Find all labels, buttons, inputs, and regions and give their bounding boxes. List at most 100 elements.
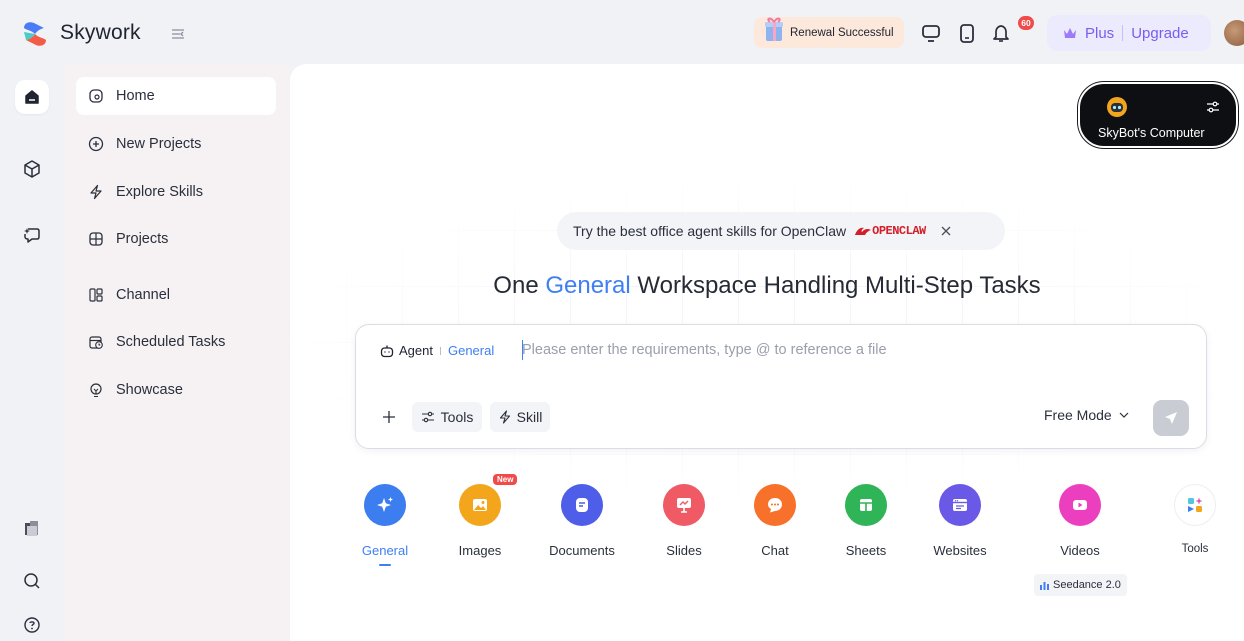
- sidebar-item-scheduled-tasks[interactable]: Scheduled Tasks: [76, 323, 276, 361]
- sidebar-item-label: Scheduled Tasks: [116, 334, 226, 350]
- tools-grid-icon: [1188, 497, 1203, 512]
- category-label: Sheets: [845, 543, 887, 558]
- home-icon: [89, 89, 103, 103]
- chat-icon[interactable]: [920, 22, 942, 44]
- table-icon: [860, 499, 872, 511]
- seedance-label: Seedance 2.0: [1053, 579, 1121, 591]
- pill-divider: [1122, 25, 1124, 41]
- active-underline: [379, 564, 391, 566]
- sidebar-item-projects[interactable]: Projects: [76, 220, 276, 258]
- category-icon-circle: [939, 484, 981, 526]
- sidebar-item-label: Projects: [116, 231, 169, 247]
- notification-badge: 60: [1018, 16, 1034, 30]
- new-badge: New: [493, 474, 518, 485]
- category-images[interactable]: New Images: [435, 474, 525, 558]
- prompt-input[interactable]: [522, 338, 1182, 362]
- sidebar-item-showcase[interactable]: Showcase: [76, 371, 276, 409]
- skywork-logo-icon[interactable]: [20, 20, 50, 48]
- renewal-text: Renewal Successful: [790, 26, 894, 39]
- mobile-icon[interactable]: [956, 22, 978, 44]
- gift-icon: [765, 17, 783, 41]
- skybot-label: SkyBot's Computer: [1098, 126, 1205, 140]
- image-icon: [473, 499, 487, 511]
- category-sheets[interactable]: Sheets: [821, 484, 911, 558]
- plus-label: Plus: [1085, 24, 1115, 42]
- mode-label: Free Mode: [1044, 407, 1112, 423]
- headline-accent: General: [545, 272, 631, 299]
- rail-help-button[interactable]: [15, 608, 49, 641]
- prompt-composer: Agent General Tools Skill Free: [355, 324, 1207, 449]
- document-icon: [576, 498, 588, 512]
- rail-chat-button[interactable]: [15, 218, 49, 252]
- category-icon-circle: [364, 484, 406, 526]
- category-label: Images: [458, 543, 502, 558]
- bolt-icon: [499, 410, 510, 424]
- category-label: Documents: [549, 543, 615, 558]
- text-caret: [522, 340, 523, 360]
- main-panel: SkyBot's Computer Try the best office ag…: [290, 64, 1244, 641]
- skill-button[interactable]: Skill: [490, 402, 550, 432]
- category-general[interactable]: General: [340, 484, 430, 566]
- search-icon: [24, 573, 40, 589]
- sidebar: Home New Projects Explore Skills Project…: [64, 64, 290, 641]
- top-bar: Skywork Renewal Successful 60 Plus Upgra…: [0, 0, 1244, 64]
- files-icon: [25, 521, 38, 536]
- avatar[interactable]: [1224, 20, 1244, 46]
- headline-after: Workspace Handling Multi-Step Tasks: [630, 272, 1041, 299]
- chat-sparkle-icon: [24, 228, 40, 243]
- promo-text: Try the best office agent skills for Ope…: [573, 223, 847, 239]
- sidebar-item-label: Showcase: [116, 382, 183, 398]
- category-tools[interactable]: Tools: [1150, 484, 1240, 555]
- projects-icon: [89, 232, 103, 246]
- agent-selector[interactable]: Agent General: [380, 343, 494, 358]
- category-label: Tools: [1181, 543, 1209, 555]
- page-title: One General Workspace Handling Multi-Ste…: [290, 272, 1244, 300]
- tools-button[interactable]: Tools: [412, 402, 482, 432]
- category-label: General: [361, 543, 409, 558]
- help-icon: [24, 617, 40, 633]
- collapse-sidebar-icon[interactable]: [170, 26, 186, 42]
- lightbulb-icon: [90, 383, 102, 398]
- cube-icon: [24, 160, 40, 178]
- category-videos[interactable]: Videos: [1035, 484, 1125, 558]
- agent-separator: [439, 346, 441, 355]
- skybot-computer-button[interactable]: SkyBot's Computer: [1078, 82, 1238, 148]
- sidebar-item-channel[interactable]: Channel: [76, 276, 276, 314]
- chat-icon: [768, 498, 782, 513]
- crown-icon: [1064, 28, 1076, 38]
- promo-banner[interactable]: Try the best office agent skills for Ope…: [557, 212, 1005, 250]
- rail-files-button[interactable]: [15, 512, 49, 546]
- seedance-badge[interactable]: Seedance 2.0: [1034, 574, 1127, 596]
- category-label: Slides: [666, 543, 702, 558]
- sidebar-item-label: Explore Skills: [116, 184, 204, 200]
- headline-before: One: [493, 272, 546, 299]
- category-slides[interactable]: Slides: [639, 484, 729, 558]
- category-icon-circle: [1174, 484, 1216, 526]
- rail-cube-button[interactable]: [15, 152, 49, 186]
- add-attachment-button[interactable]: [374, 402, 404, 432]
- sidebar-item-label: Home: [116, 88, 155, 104]
- renewal-notice[interactable]: Renewal Successful: [754, 17, 904, 48]
- send-button[interactable]: [1153, 400, 1189, 436]
- left-rail: [0, 64, 64, 641]
- sidebar-item-explore-skills[interactable]: Explore Skills: [76, 173, 276, 211]
- category-icon-circle: [663, 484, 705, 526]
- skill-label: Skill: [516, 409, 543, 425]
- browser-icon: [953, 499, 967, 511]
- category-label: Chat: [761, 543, 789, 558]
- sidebar-item-new-projects[interactable]: New Projects: [76, 125, 276, 163]
- brand-name: Skywork: [60, 21, 141, 44]
- sparkle-icon: [377, 497, 393, 512]
- close-icon[interactable]: [940, 225, 952, 237]
- category-documents[interactable]: Documents: [537, 484, 627, 558]
- rail-search-button[interactable]: [15, 564, 49, 598]
- category-chat[interactable]: Chat: [730, 484, 820, 558]
- rail-home-button[interactable]: [15, 80, 49, 114]
- category-websites[interactable]: Websites: [915, 484, 1005, 558]
- sidebar-item-home[interactable]: Home: [76, 77, 276, 115]
- bell-icon[interactable]: [990, 22, 1012, 44]
- mode-dropdown[interactable]: Free Mode: [1044, 407, 1130, 423]
- category-label: Websites: [933, 543, 987, 558]
- plus-circle-icon: [88, 136, 104, 152]
- upgrade-button[interactable]: Plus Upgrade: [1047, 15, 1211, 51]
